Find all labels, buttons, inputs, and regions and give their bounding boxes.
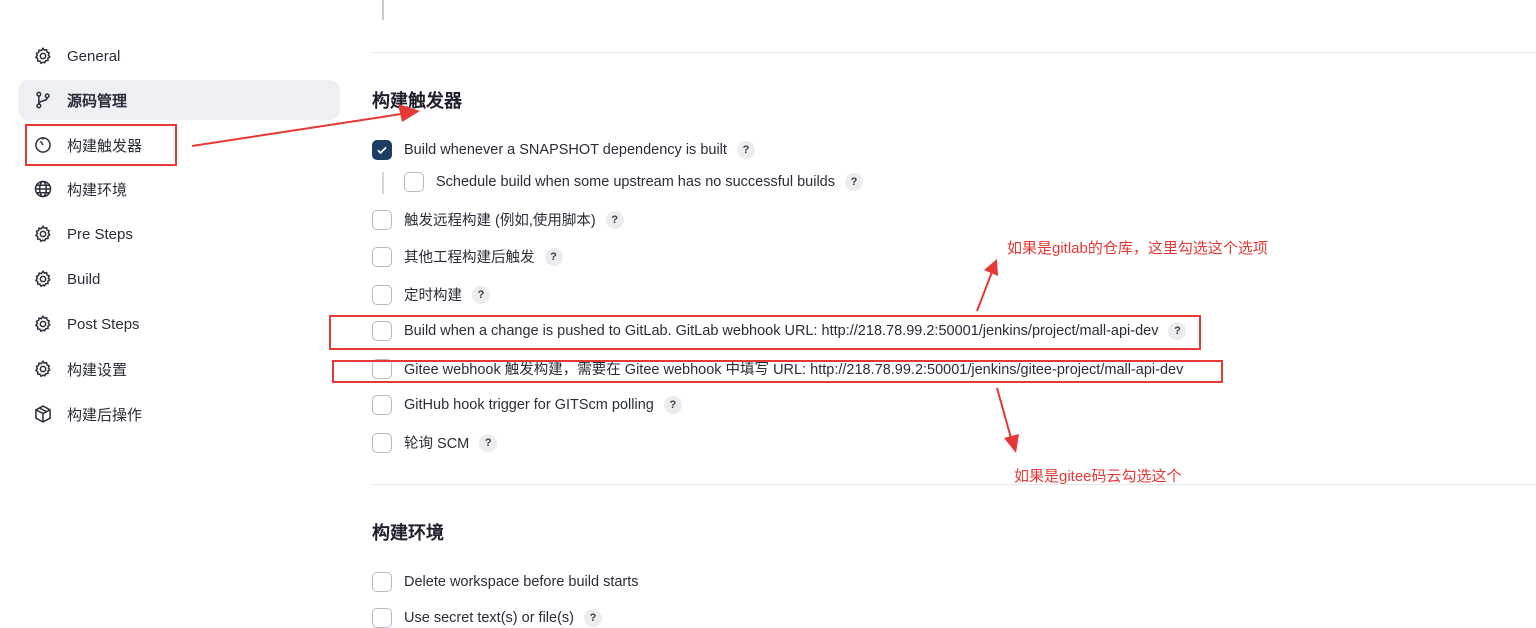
sidebar-item-build-environment[interactable]: 构建环境 bbox=[18, 169, 340, 209]
globe-icon bbox=[32, 178, 54, 200]
option-snapshot-dependency[interactable]: Build whenever a SNAPSHOT dependency is … bbox=[372, 140, 755, 160]
help-icon[interactable]: ? bbox=[584, 609, 602, 627]
section-rail bbox=[382, 0, 384, 20]
option-poll-scm[interactable]: 轮询 SCM ? bbox=[372, 432, 498, 453]
option-delete-workspace[interactable]: Delete workspace before build starts bbox=[372, 572, 639, 592]
section-divider bbox=[372, 484, 1536, 485]
section-title-build-environment: 构建环境 bbox=[372, 523, 444, 543]
checkbox[interactable] bbox=[372, 246, 392, 267]
sidebar-item-label: Pre Steps bbox=[67, 225, 133, 243]
sidebar-item-label: 构建环境 bbox=[67, 181, 128, 199]
sidebar-item-label: Build bbox=[67, 270, 101, 288]
annotation-arrow-gitee bbox=[996, 387, 1012, 439]
option-label: Delete workspace before build starts bbox=[404, 574, 639, 590]
arrowhead-icon bbox=[1004, 434, 1019, 453]
gear-icon bbox=[32, 223, 54, 245]
sidebar-item-build-settings[interactable]: 构建设置 bbox=[18, 349, 340, 389]
help-icon[interactable]: ? bbox=[736, 141, 755, 159]
help-icon[interactable]: ? bbox=[479, 433, 498, 452]
gear-icon bbox=[32, 313, 54, 335]
checkbox[interactable] bbox=[372, 284, 392, 305]
annotation-box-gitee bbox=[332, 360, 1223, 383]
option-label: 触发远程构建 (例如,使用脚本) bbox=[404, 213, 596, 229]
checkbox[interactable] bbox=[372, 572, 392, 592]
sidebar-item-general[interactable]: General bbox=[18, 36, 340, 76]
package-icon bbox=[32, 403, 54, 425]
sidebar-item-label: 构建后操作 bbox=[67, 406, 143, 424]
sidebar-item-build[interactable]: Build bbox=[18, 259, 340, 299]
help-icon[interactable]: ? bbox=[844, 173, 863, 191]
sidebar-item-label: 源码管理 bbox=[67, 92, 128, 110]
option-schedule-upstream[interactable]: Schedule build when some upstream has no… bbox=[404, 172, 863, 192]
checkbox-checked[interactable] bbox=[372, 140, 392, 160]
checkbox[interactable] bbox=[372, 432, 392, 453]
help-icon[interactable]: ? bbox=[605, 210, 624, 229]
annotation-box-sidebar-triggers bbox=[25, 124, 177, 166]
option-label: Use secret text(s) or file(s) bbox=[404, 610, 574, 626]
option-secret-text[interactable]: Use secret text(s) or file(s) ? bbox=[372, 608, 602, 628]
help-icon[interactable]: ? bbox=[472, 285, 490, 304]
option-label: 轮询 SCM bbox=[404, 436, 470, 452]
sidebar-item-post-build-actions[interactable]: 构建后操作 bbox=[18, 394, 340, 434]
sidebar-item-label: General bbox=[67, 47, 121, 65]
gear-icon bbox=[32, 45, 54, 67]
nested-option-rail bbox=[382, 172, 384, 194]
annotation-box-gitlab bbox=[329, 315, 1201, 350]
arrowhead-icon bbox=[984, 259, 998, 276]
sidebar-item-pre-steps[interactable]: Pre Steps bbox=[18, 214, 340, 254]
option-github-hook[interactable]: GitHub hook trigger for GITScm polling ? bbox=[372, 395, 682, 415]
sidebar-item-source-control[interactable]: 源码管理 bbox=[18, 80, 340, 120]
option-after-other-projects[interactable]: 其他工程构建后触发 ? bbox=[372, 246, 563, 267]
option-label: 其他工程构建后触发 bbox=[404, 250, 535, 266]
checkbox[interactable] bbox=[372, 395, 392, 415]
option-label: GitHub hook trigger for GITScm polling bbox=[404, 397, 654, 413]
gear-icon bbox=[32, 268, 54, 290]
sidebar-item-label: 构建设置 bbox=[67, 361, 128, 379]
help-icon[interactable]: ? bbox=[544, 247, 563, 266]
option-scheduled-build[interactable]: 定时构建 ? bbox=[372, 284, 490, 305]
option-remote-trigger[interactable]: 触发远程构建 (例如,使用脚本) ? bbox=[372, 209, 624, 230]
branch-icon bbox=[32, 89, 54, 111]
option-label: 定时构建 bbox=[404, 288, 462, 304]
section-title-build-triggers: 构建触发器 bbox=[372, 91, 462, 111]
annotation-note-gitlab: 如果是gitlab的仓库，这里勾选这个选项 bbox=[1007, 240, 1268, 257]
checkmark-icon bbox=[377, 146, 387, 155]
checkbox[interactable] bbox=[372, 209, 392, 230]
option-label: Build whenever a SNAPSHOT dependency is … bbox=[404, 142, 727, 158]
checkbox[interactable] bbox=[372, 608, 392, 628]
sidebar-item-post-steps[interactable]: Post Steps bbox=[18, 304, 340, 344]
annotation-arrow-gitlab bbox=[976, 271, 993, 312]
checkbox[interactable] bbox=[404, 172, 424, 192]
help-icon[interactable]: ? bbox=[663, 396, 682, 414]
option-label: Schedule build when some upstream has no… bbox=[436, 174, 835, 190]
sidebar-item-label: Post Steps bbox=[67, 315, 140, 333]
annotation-note-gitee: 如果是gitee码云勾选这个 bbox=[1014, 468, 1182, 485]
section-divider bbox=[372, 52, 1536, 53]
gear-icon bbox=[32, 358, 54, 380]
